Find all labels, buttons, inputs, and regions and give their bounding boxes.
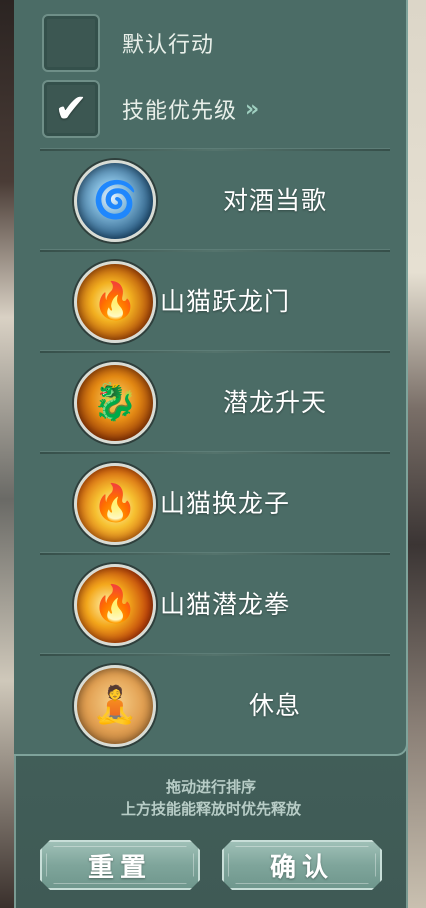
flame-fist-icon: 🔥 [74, 564, 156, 646]
skill-priority-list: 🌀 对酒当歌 🔥 山猫跃龙门 🐉 潜龙升天 🔥 山猫换龙子 🔥 山猫潜龙拳 🧘 … [40, 148, 390, 754]
hint-priority-release: 上方技能能释放时优先释放 [120, 800, 301, 818]
skill-name: 对酒当歌 [222, 186, 327, 215]
reset-button[interactable]: 重置 [40, 840, 200, 890]
water-swirl-icon: 🌀 [74, 160, 156, 242]
default-action-option[interactable]: 默认行动 [42, 14, 214, 72]
skill-row[interactable]: 🌀 对酒当歌 [40, 148, 390, 249]
skill-row[interactable]: 🔥 山猫跃龙门 [40, 249, 390, 350]
skill-name: 潜龙升天 [222, 388, 327, 417]
skill-priority-label: 技能优先级 [122, 99, 238, 124]
skill-row[interactable]: 🐉 潜龙升天 [40, 350, 390, 451]
checkmark-icon: ✔ [54, 86, 88, 132]
skill-name: 山猫潜龙拳 [160, 590, 291, 619]
default-action-checkbox[interactable] [42, 14, 100, 72]
double-chevron-right-icon: » [245, 96, 260, 122]
skill-row[interactable]: 🧘 休息 [40, 653, 390, 754]
skill-row[interactable]: 🔥 山猫潜龙拳 [40, 552, 390, 653]
skill-name: 休息 [248, 691, 301, 720]
skill-row[interactable]: 🔥 山猫换龙子 [40, 451, 390, 552]
skill-priority-option[interactable]: ✔ 技能优先级 » [42, 80, 259, 138]
dragon-head-icon: 🐉 [74, 362, 156, 444]
hint-drag-sort: 拖动进行排序 [165, 778, 256, 796]
skill-priority-checkbox[interactable]: ✔ [42, 80, 100, 138]
confirm-button[interactable]: 确认 [222, 840, 382, 890]
skill-name: 山猫换龙子 [160, 489, 291, 518]
skill-name: 山猫跃龙门 [160, 287, 291, 316]
default-action-label: 默认行动 [122, 33, 215, 58]
flame-monk-icon: 🔥 [74, 463, 156, 545]
flame-leap-icon: 🔥 [74, 261, 156, 343]
meditation-icon: 🧘 [74, 665, 156, 747]
